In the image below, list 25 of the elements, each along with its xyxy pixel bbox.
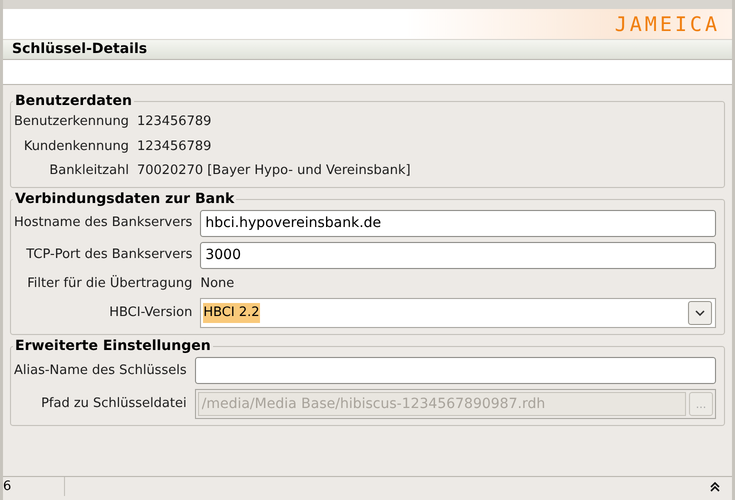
field-label: Bankleitzahl (48, 162, 130, 180)
group-title: Verbindungsdaten zur Bank (13, 190, 236, 206)
field-value: 123456789 (136, 138, 212, 156)
input-field[interactable] (194, 357, 716, 384)
logo: JAMEICA (614, 11, 720, 38)
field-label: Pfad zu Schlüsseldatei (40, 395, 188, 414)
field-value: 123456789 (136, 113, 212, 131)
field-label: HBCI-Version (108, 304, 194, 322)
field-label: TCP-Port des Bankservers (25, 246, 194, 264)
field-label: Kundenkennung (22, 138, 130, 156)
group-title: Erweiterte Einstellungen (13, 338, 213, 354)
status-text: 6 (3, 476, 65, 496)
input-field[interactable]: 3000 (200, 242, 716, 268)
field-value: 70020270 [Bayer Hypo- und Vereinsbank] (136, 162, 412, 180)
input-field[interactable]: hbci.hypovereinsbank.de (200, 210, 716, 236)
dropdown[interactable]: HBCI 2.2 (200, 298, 716, 328)
field-value: None (200, 274, 236, 292)
field-label: Alias-Name des Schlüssels (14, 362, 188, 380)
dropdown-arrow-button[interactable] (688, 301, 712, 325)
field-label: Benutzerkennung (14, 113, 130, 131)
panel-title: Schlüssel-Details (12, 40, 148, 59)
field-label: Filter für die Übertragung (26, 274, 194, 292)
double-chevron-up-icon (710, 482, 720, 492)
chevron-down-icon (695, 310, 705, 316)
field-label: Hostname des Bankservers (14, 214, 194, 232)
